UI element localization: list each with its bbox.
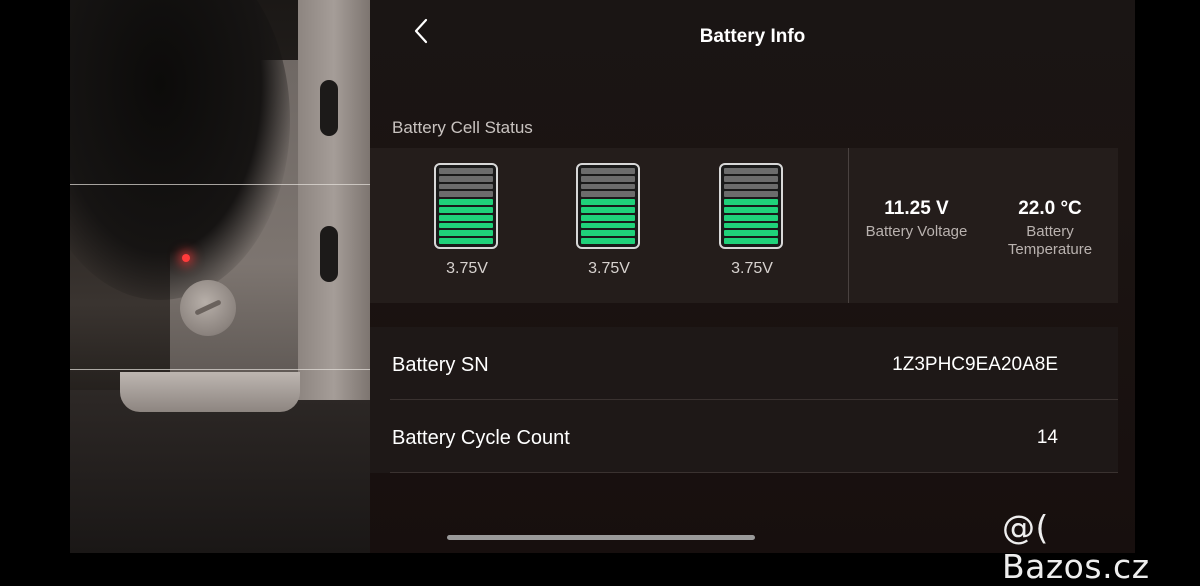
- cell-bar-empty: [581, 191, 635, 198]
- temperature-label-line2: Temperature: [1007, 241, 1093, 258]
- cell-bar-empty: [439, 183, 493, 190]
- cell-bar-filled: [724, 199, 778, 205]
- row-divider: [390, 399, 1118, 400]
- battery-temperature-label: Battery Temperature: [990, 223, 1110, 259]
- cell-bar-filled: [724, 238, 778, 244]
- cell-bar-filled: [439, 222, 493, 229]
- bracket-slot: [320, 226, 338, 282]
- battery-cell-icon: [719, 163, 783, 249]
- cell-bars: [581, 168, 635, 244]
- cell-bars: [724, 168, 778, 244]
- battery-voltage-label: Battery Voltage: [865, 223, 968, 240]
- battery-temperature-stat: 22.0 °C Battery Temperature: [990, 198, 1110, 259]
- cell-bar-filled: [724, 230, 778, 237]
- cell-bar-empty: [724, 175, 778, 182]
- cell-bar-empty: [724, 183, 778, 190]
- cell-bar-filled: [724, 214, 778, 221]
- page-title: Battery Info: [699, 26, 806, 47]
- cell-voltage: 3.75V: [731, 260, 773, 277]
- camera-led: [182, 254, 190, 262]
- cell-status-card: 3.75V 3.75V 3.75V 11.25 V Battery Voltag…: [370, 148, 1118, 303]
- battery-cycle-row: Battery Cycle Count 14: [392, 402, 1058, 474]
- bracket-slot: [320, 80, 338, 136]
- cell-bar-filled: [581, 222, 635, 229]
- cell-bar-empty: [439, 175, 493, 182]
- cell-bar-filled: [439, 199, 493, 205]
- cell-bar-filled: [724, 222, 778, 229]
- cell-bar-filled: [439, 238, 493, 244]
- battery-sn-value: 1Z3PHC9EA20A8E: [892, 354, 1058, 375]
- cell-bar-empty: [439, 168, 493, 174]
- cell-bar-empty: [581, 183, 635, 190]
- battery-sn-row: Battery SN 1Z3PHC9EA20A8E: [392, 329, 1058, 401]
- cell-bar-empty: [581, 175, 635, 182]
- cell-bars: [439, 168, 493, 244]
- home-indicator[interactable]: [447, 535, 755, 540]
- cell-bar-filled: [581, 214, 635, 221]
- watermark: @( Bazos.cz: [1002, 508, 1150, 586]
- cell-voltage: 3.75V: [446, 260, 488, 277]
- battery-cell-icon: [434, 163, 498, 249]
- battery-cycle-label: Battery Cycle Count: [392, 426, 570, 449]
- battery-temperature-value: 22.0 °C: [1018, 198, 1082, 219]
- camera-bracket: [298, 0, 370, 400]
- camera-knob: [180, 280, 236, 336]
- cell-bar-filled: [439, 214, 493, 221]
- camera-floor: [70, 390, 370, 553]
- cell-bar-filled: [581, 206, 635, 213]
- battery-cell-icon: [576, 163, 640, 249]
- cell-bar-empty: [724, 168, 778, 174]
- cell-bar-filled: [439, 230, 493, 237]
- battery-voltage-value: 11.25 V: [884, 198, 949, 219]
- battery-sn-label: Battery SN: [392, 353, 489, 376]
- cell-bar-empty: [439, 191, 493, 198]
- battery-cycle-value: 14: [1036, 427, 1058, 448]
- camera-feed: [70, 0, 370, 553]
- camera-guide-line: [70, 184, 370, 185]
- temperature-label-line1: Battery: [1026, 223, 1074, 240]
- row-divider: [390, 472, 1118, 473]
- camera-guide-line: [70, 369, 370, 370]
- cell-bar-empty: [724, 191, 778, 198]
- battery-info-panel: Battery Info Battery Cell Status 3.75V 3…: [370, 0, 1135, 553]
- cell-bar-filled: [581, 199, 635, 205]
- camera-base: [120, 372, 300, 412]
- cell-bar-filled: [581, 230, 635, 237]
- cell-bar-empty: [581, 168, 635, 174]
- cell-bar-filled: [439, 206, 493, 213]
- battery-voltage-stat: 11.25 V Battery Voltage: [860, 198, 973, 241]
- cell-voltage: 3.75V: [588, 260, 630, 277]
- cell-bar-filled: [724, 206, 778, 213]
- battery-details-card: Battery SN 1Z3PHC9EA20A8E Battery Cycle …: [370, 327, 1118, 473]
- vertical-divider: [848, 148, 849, 303]
- cell-bar-filled: [581, 238, 635, 244]
- cell-status-label: Battery Cell Status: [392, 118, 533, 137]
